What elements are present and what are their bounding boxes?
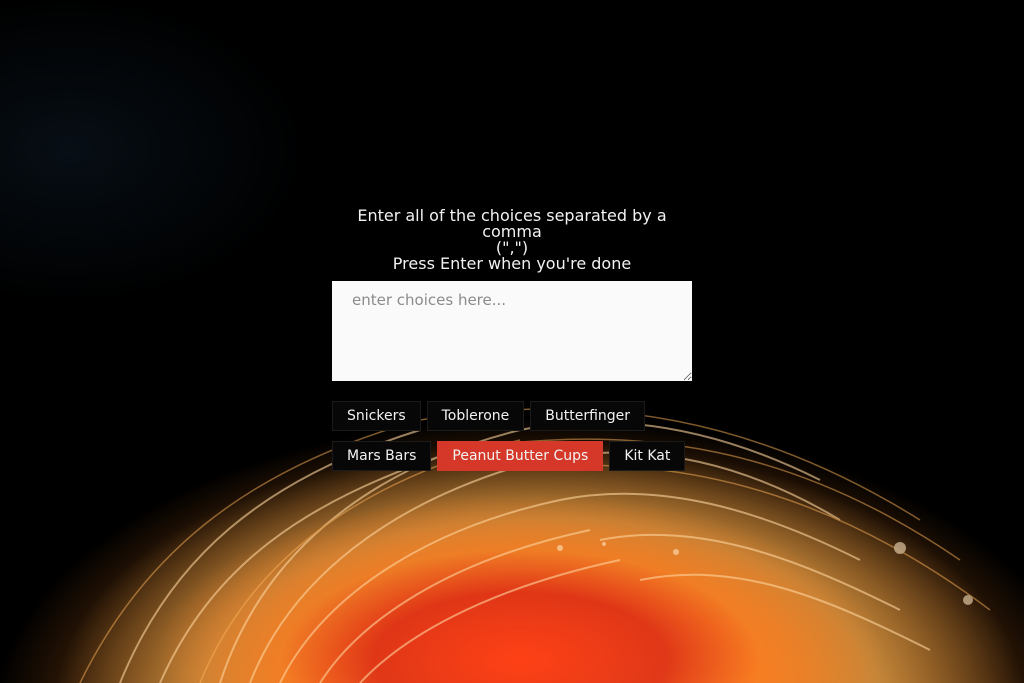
instructions-line-3: Press Enter when you're done xyxy=(392,254,632,273)
choice-label: Butterfinger xyxy=(545,408,631,424)
choice-label: Kit Kat xyxy=(624,448,671,464)
choices-list: Snickers Toblerone Butterfinger Mars Bar… xyxy=(332,401,692,471)
choice-label: Mars Bars xyxy=(347,448,417,464)
choices-input[interactable] xyxy=(332,281,692,381)
choice-chip[interactable]: Kit Kat xyxy=(609,441,686,471)
choice-chip[interactable]: Butterfinger xyxy=(530,401,646,431)
choice-label: Snickers xyxy=(347,408,406,424)
instructions-line-1: Enter all of the choices separated by a … xyxy=(357,206,672,241)
choice-chip[interactable]: Mars Bars xyxy=(332,441,432,471)
choice-chip[interactable]: Toblerone xyxy=(426,401,525,431)
choices-entry-panel: Enter all of the choices separated by a … xyxy=(332,206,692,471)
choices-input-container xyxy=(332,281,692,381)
choice-chip[interactable]: Peanut Butter Cups xyxy=(437,441,604,471)
choice-label: Toblerone xyxy=(441,408,510,424)
choice-label: Peanut Butter Cups xyxy=(452,448,589,464)
choice-chip[interactable]: Snickers xyxy=(332,401,421,431)
